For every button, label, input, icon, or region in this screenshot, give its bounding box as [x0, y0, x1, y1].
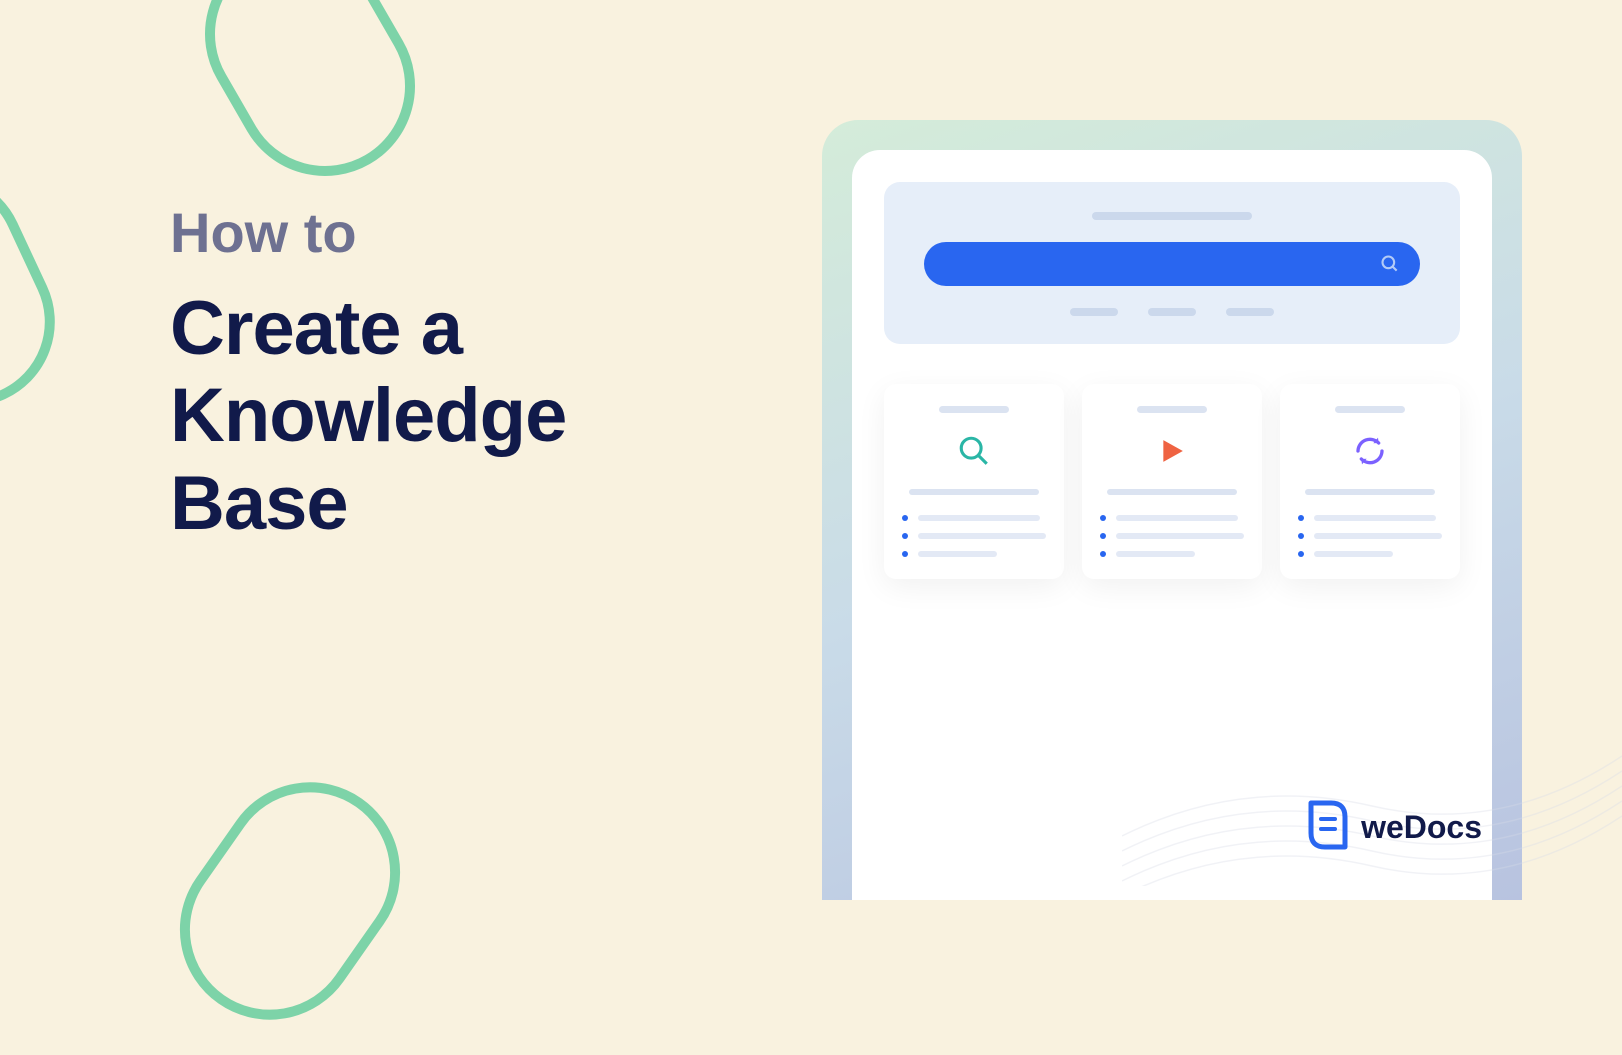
placeholder-line-group: [1070, 308, 1274, 316]
placeholder-line: [939, 406, 1009, 413]
bullet-list: [1100, 515, 1244, 557]
list-item: [1298, 533, 1442, 539]
list-item: [1100, 533, 1244, 539]
search-banner: [884, 182, 1460, 344]
category-cards-row: [884, 384, 1460, 579]
heading-title: Create a Knowledge Base: [170, 285, 566, 547]
placeholder-line: [1070, 308, 1118, 316]
list-item: [1100, 515, 1244, 521]
category-card[interactable]: [1280, 384, 1460, 579]
search-icon: [954, 431, 994, 471]
placeholder-line: [1305, 489, 1435, 495]
decorative-blob: [0, 145, 83, 434]
list-item: [902, 515, 1046, 521]
list-item: [1298, 551, 1442, 557]
heading-eyebrow: How to: [170, 200, 566, 265]
placeholder-line: [909, 489, 1039, 495]
decorative-blob: [145, 747, 436, 1055]
knowledge-base-mockup-frame: [822, 120, 1522, 900]
list-item: [1298, 515, 1442, 521]
decorative-blob: [172, 0, 448, 209]
wedocs-logo: weDocs: [1307, 799, 1482, 856]
play-icon: [1152, 431, 1192, 471]
category-card[interactable]: [1082, 384, 1262, 579]
placeholder-line: [1335, 406, 1405, 413]
placeholder-line: [1148, 308, 1196, 316]
wedocs-logo-icon: [1307, 799, 1349, 856]
page-heading: How to Create a Knowledge Base: [170, 200, 566, 547]
list-item: [902, 533, 1046, 539]
list-item: [1100, 551, 1244, 557]
category-card[interactable]: [884, 384, 1064, 579]
wedocs-logo-text: weDocs: [1361, 809, 1482, 846]
placeholder-line: [1226, 308, 1274, 316]
search-icon: [1380, 254, 1400, 274]
placeholder-line: [1107, 489, 1237, 495]
bullet-list: [902, 515, 1046, 557]
search-bar[interactable]: [924, 242, 1420, 286]
bullet-list: [1298, 515, 1442, 557]
placeholder-line: [1092, 212, 1252, 220]
list-item: [902, 551, 1046, 557]
placeholder-line: [1137, 406, 1207, 413]
knowledge-base-mockup-screen: [852, 150, 1492, 900]
refresh-icon: [1350, 431, 1390, 471]
